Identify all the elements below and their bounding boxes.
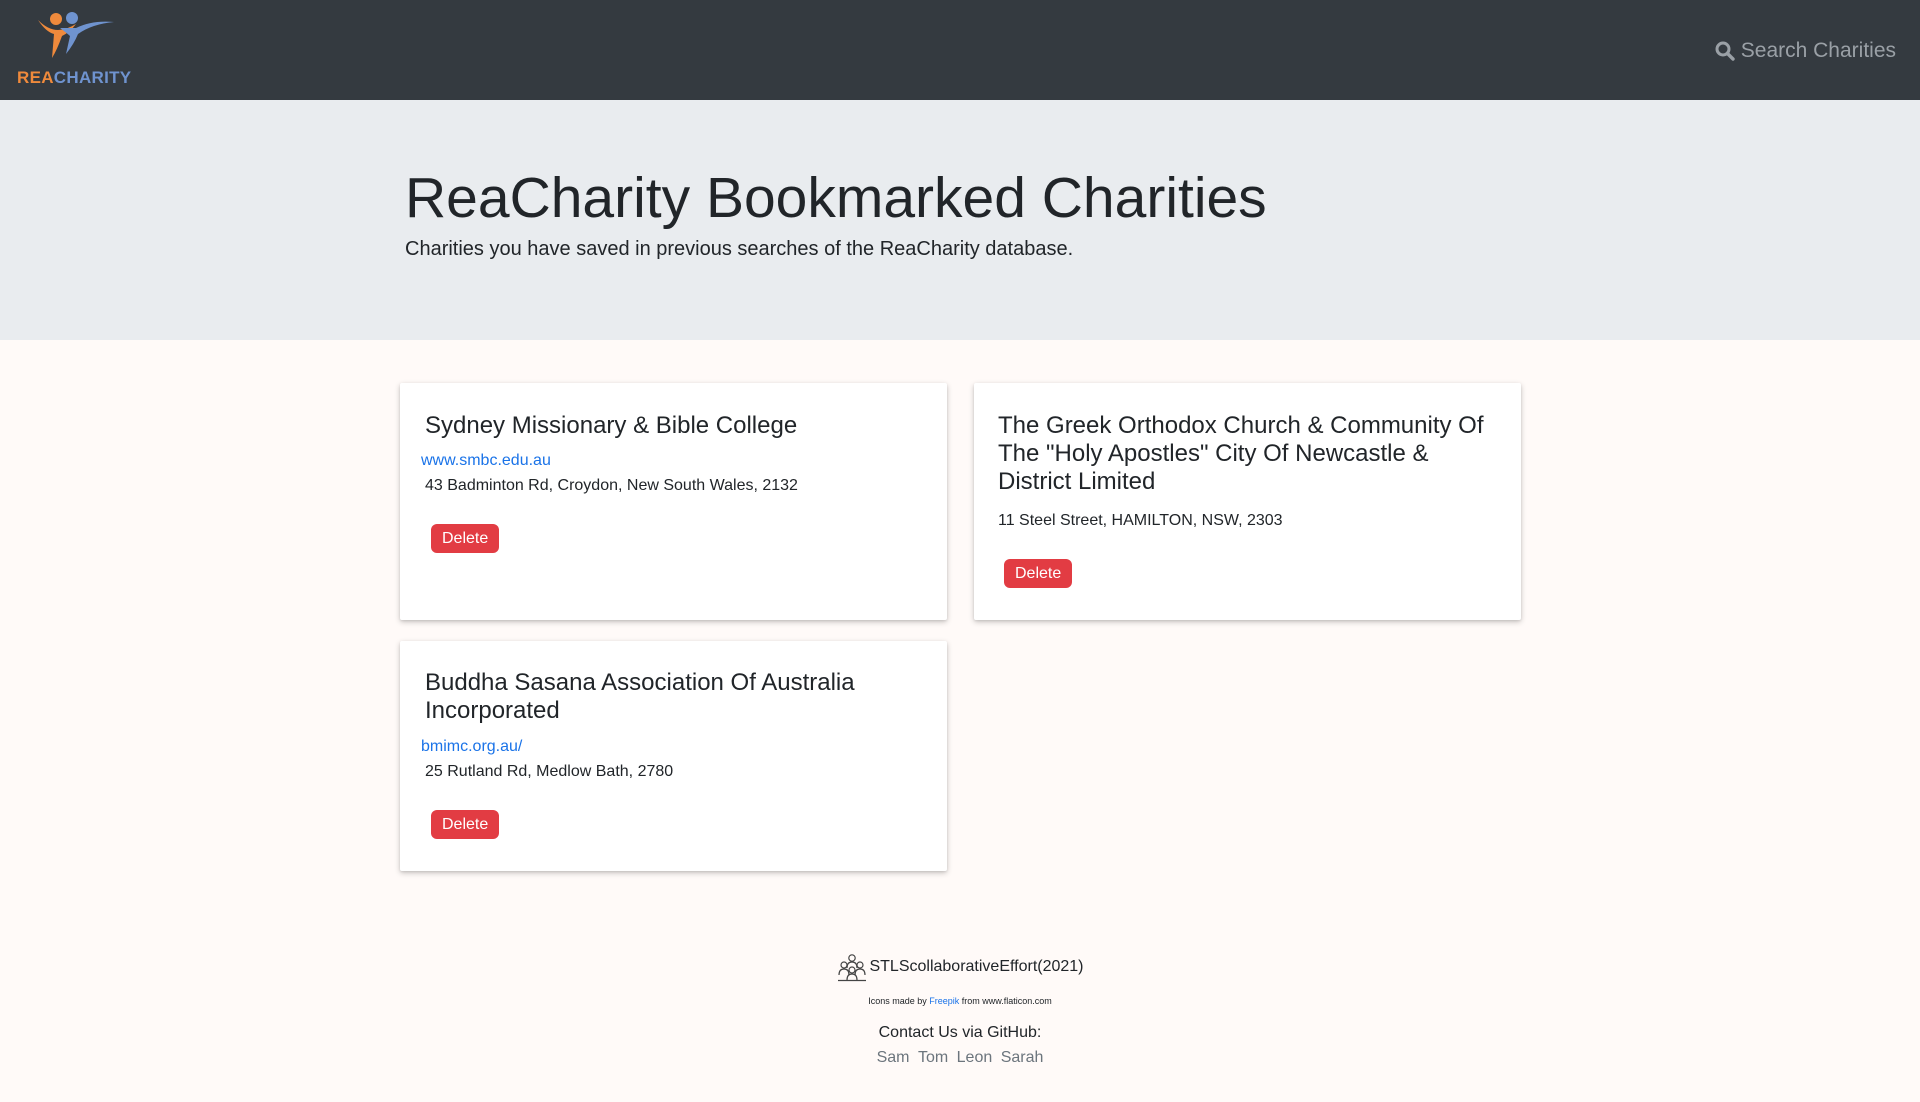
page-title: ReaCharity Bookmarked Charities <box>405 166 1267 230</box>
team-name: STLScollaborativeEffort(2021) <box>869 958 1084 975</box>
search-charities-label: Search Charities <box>1740 39 1896 62</box>
github-link-tom[interactable]: Tom <box>918 1049 948 1066</box>
jumbotron-header: ReaCharity Bookmarked Charities Charitie… <box>0 100 1920 340</box>
github-members: Sam Tom Leon Sarah <box>0 1049 1920 1067</box>
contact-heading: Contact Us via GitHub: <box>878 1024 1042 1041</box>
flaticon-link[interactable]: www.flaticon.com <box>982 996 1052 1006</box>
delete-button[interactable]: Delete <box>431 524 500 553</box>
brand-charity-text: CHARITY <box>53 68 132 87</box>
people-cheering-logo-icon <box>38 12 114 58</box>
charity-address: 25 Rutland Rd, Medlow Bath, 2780 <box>425 763 674 780</box>
github-link-leon[interactable]: Leon <box>957 1049 993 1066</box>
charity-name: Buddha Sasana Association Of Australia I… <box>425 669 855 724</box>
page-subtitle: Charities you have saved in previous sea… <box>405 238 1074 260</box>
delete-button[interactable]: Delete <box>1004 559 1073 588</box>
charity-name: The Greek Orthodox Church & Community Of… <box>998 412 1484 495</box>
charity-website-link[interactable]: www.smbc.edu.au <box>421 452 551 470</box>
brand-rea-text: REA <box>17 68 54 87</box>
charity-address: 43 Badminton Rd, Croydon, New South Wale… <box>425 477 798 494</box>
charity-address: 11 Steel Street, HAMILTON, NSW, 2303 <box>998 512 1283 529</box>
delete-button[interactable]: Delete <box>431 810 500 839</box>
freepik-link[interactable]: Freepik <box>929 996 959 1006</box>
github-link-sarah[interactable]: Sarah <box>1001 1049 1044 1066</box>
charity-name: Sydney Missionary & Bible College <box>425 412 798 439</box>
github-link-sam[interactable]: Sam <box>877 1049 910 1066</box>
icon-credit: Icons made by Freepik from www.flaticon.… <box>0 996 1920 1006</box>
credit-prefix: Icons made by <box>868 996 927 1006</box>
people-group-icon <box>838 954 867 982</box>
charity-website-link[interactable]: bmimc.org.au/ <box>421 738 522 756</box>
search-charities-link[interactable]: Search Charities <box>1715 36 1896 66</box>
search-icon <box>1715 41 1735 61</box>
brand-name: REACHARITY <box>17 68 131 88</box>
credit-from: from <box>961 996 980 1006</box>
charity-card: Buddha Sasana Association Of Australia I… <box>400 641 947 871</box>
footer-team-line: STLScollaborativeEffort(2021) <box>0 952 1920 982</box>
charity-card: The Greek Orthodox Church & Community Of… <box>974 383 1521 620</box>
charity-card: Sydney Missionary & Bible College www.sm… <box>400 383 947 620</box>
navbar: REACHARITY Search Charities <box>0 0 1920 100</box>
brand-logo-link[interactable]: REACHARITY <box>14 8 134 90</box>
